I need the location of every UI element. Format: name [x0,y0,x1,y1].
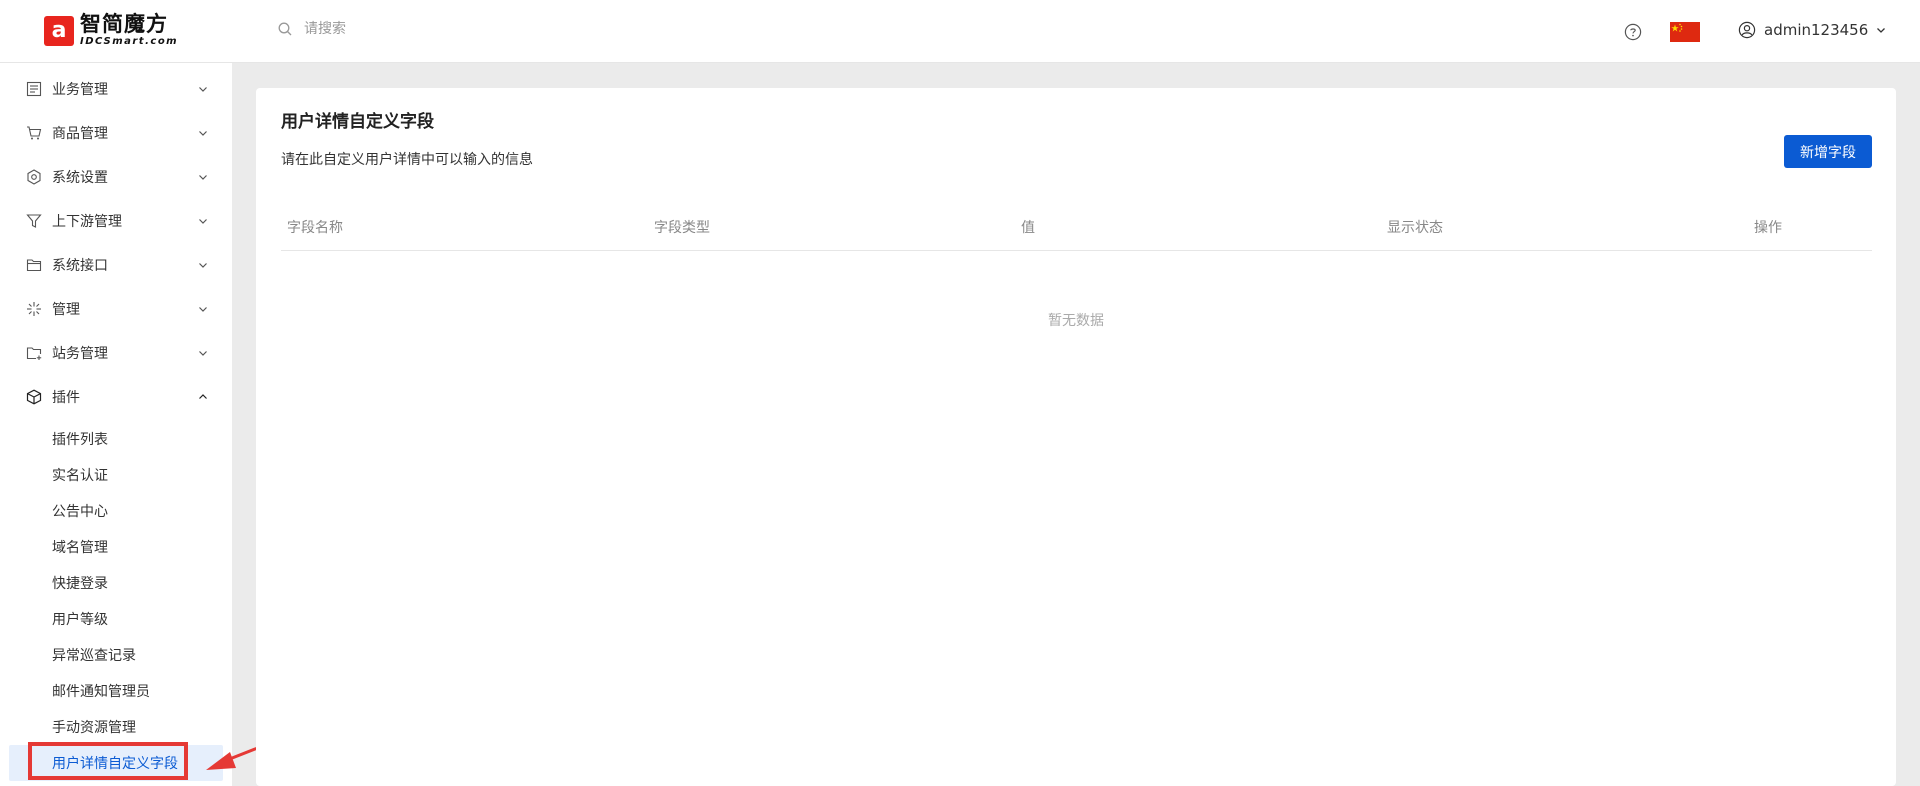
folder-add-icon [26,347,42,360]
sidebar-item-label: 站务管理 [52,346,108,362]
chevron-down-icon [199,263,207,268]
user-avatar-icon [1738,21,1756,39]
column-header-field-name[interactable]: 字段名称 [287,217,343,237]
page-description: 请在此自定义用户详情中可以输入的信息 [281,152,533,168]
sidebar: 业务管理 商品管理 系统设置 上下游管理 系统接口 管理 站务管理 插件 插件列… [0,63,232,786]
sidebar-subitem-domains[interactable]: 域名管理 [0,529,232,565]
logo-name: 智简魔方 [80,12,168,36]
search-bar [278,20,506,38]
sidebar-subitem-plugin-list[interactable]: 插件列表 [0,421,232,457]
sidebar-subitem-real-name[interactable]: 实名认证 [0,457,232,493]
sidebar-item-system-api[interactable]: 系统接口 [0,243,232,287]
chevron-down-icon [199,351,207,356]
sidebar-item-upstream[interactable]: 上下游管理 [0,199,232,243]
sidebar-subitem-email-admin[interactable]: 邮件通知管理员 [0,673,232,709]
cart-icon [27,126,42,140]
settings-icon [27,169,41,185]
sidebar-subitem-announcements[interactable]: 公告中心 [0,493,232,529]
chevron-down-icon [199,87,207,92]
sidebar-item-products[interactable]: 商品管理 [0,111,232,155]
sidebar-item-label: 业务管理 [52,82,108,98]
chevron-down-icon [1877,28,1886,33]
sidebar-item-business[interactable]: 业务管理 [0,67,232,111]
sidebar-item-site[interactable]: 站务管理 [0,331,232,375]
sidebar-item-label: 管理 [52,302,80,318]
search-icon[interactable] [278,22,292,36]
table-header: 字段名称 字段类型 值 显示状态 操作 [281,202,1872,251]
sidebar-item-system-settings[interactable]: 系统设置 [0,155,232,199]
cube-icon [26,389,42,405]
sidebar-item-plugins[interactable]: 插件 [0,375,232,419]
sidebar-subitem-manual-resource[interactable]: 手动资源管理 [0,709,232,745]
help-icon[interactable] [1624,23,1642,41]
main-panel: 用户详情自定义字段 请在此自定义用户详情中可以输入的信息 新增字段 字段名称 字… [256,88,1896,786]
plugin-submenu: 插件列表 实名认证 公告中心 域名管理 快捷登录 用户等级 异常巡查记录 邮件通… [0,419,232,781]
china-flag-icon [1670,22,1700,42]
column-header-value[interactable]: 值 [1021,217,1035,237]
user-menu[interactable]: admin123456 [1738,21,1886,39]
sparkle-icon [27,302,41,316]
sidebar-item-label: 系统设置 [52,170,108,186]
chevron-down-icon [199,307,207,312]
page-title: 用户详情自定义字段 [281,112,434,132]
logo-domain: IDCSmart.com [80,36,179,47]
sidebar-item-label: 系统接口 [52,258,108,274]
username: admin123456 [1764,21,1869,39]
column-header-display-status[interactable]: 显示状态 [1387,217,1443,237]
chevron-down-icon [199,175,207,180]
chevron-down-icon [199,219,207,224]
logo[interactable]: a 智简魔方 IDCSmart.com [44,14,178,47]
column-header-field-type[interactable]: 字段类型 [654,217,710,237]
logo-mark: a [44,15,74,46]
add-field-button[interactable]: 新增字段 [1784,135,1872,168]
chevron-down-icon [199,131,207,136]
top-bar: a 智简魔方 IDCSmart.com 请搜索 admin123456 [0,0,1920,63]
annotation-highlight-box [28,742,188,780]
sidebar-item-label: 上下游管理 [52,214,122,230]
column-header-actions[interactable]: 操作 [1754,217,1782,237]
document-list-icon [26,81,42,97]
chevron-up-icon [199,394,207,399]
language-flag[interactable] [1670,22,1700,42]
sidebar-subitem-user-level[interactable]: 用户等级 [0,601,232,637]
filter-icon [26,214,42,228]
sidebar-subitem-quick-login[interactable]: 快捷登录 [0,565,232,601]
empty-state-text: 暂无数据 [1048,313,1104,329]
folder-icon [26,259,42,272]
search-input[interactable] [302,20,506,38]
sidebar-subitem-anomaly-log[interactable]: 异常巡查记录 [0,637,232,673]
sidebar-item-manage[interactable]: 管理 [0,287,232,331]
sidebar-item-label: 商品管理 [52,126,108,142]
sidebar-item-label: 插件 [52,390,80,406]
